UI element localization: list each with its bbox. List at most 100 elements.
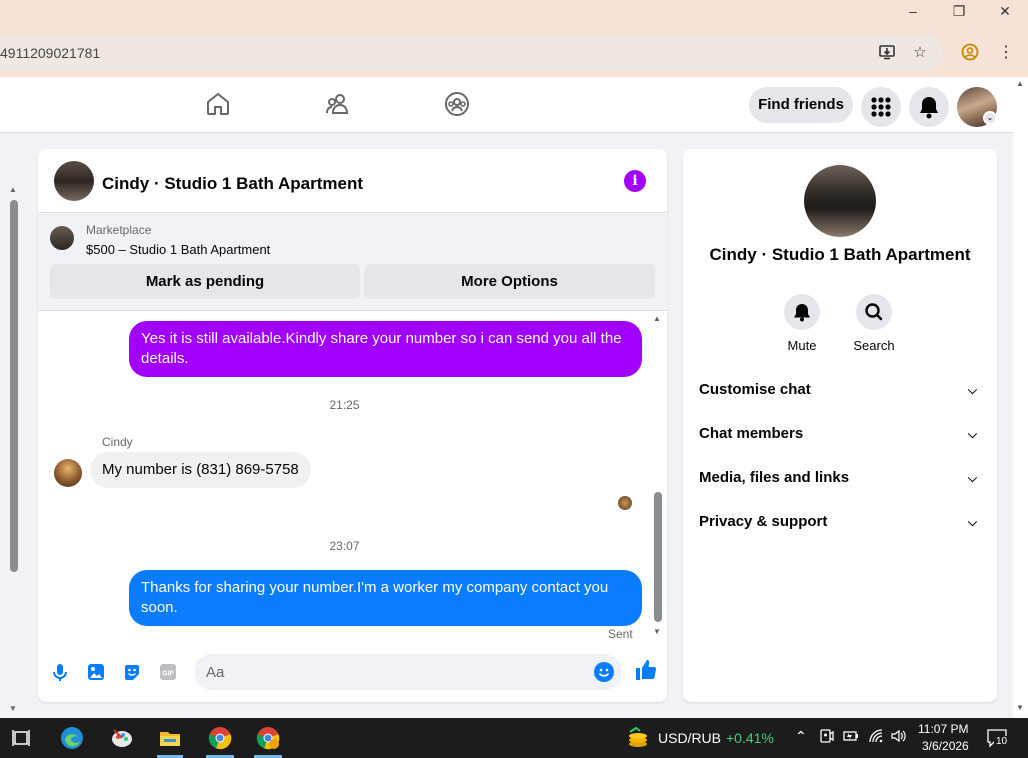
customise-chat-section[interactable]: Customise chat ⌵ — [699, 381, 981, 405]
file-explorer-icon[interactable] — [158, 726, 182, 750]
section-label: Privacy & support — [699, 513, 828, 530]
clock-time[interactable]: 11:07 PM — [918, 722, 968, 736]
chat-title[interactable]: Cindy · Studio 1 Bath Apartment — [102, 174, 363, 194]
mute-button[interactable]: Mute — [772, 294, 832, 353]
install-app-icon[interactable] — [877, 43, 897, 63]
ticker-name[interactable]: USD/RUB — [658, 730, 721, 746]
more-options-button[interactable]: More Options — [364, 264, 655, 299]
meet-now-icon[interactable] — [819, 728, 835, 747]
outgoing-message[interactable]: Yes it is still available.Kindly share y… — [129, 321, 642, 377]
profile-icon[interactable] — [960, 43, 980, 63]
clock-date[interactable]: 3/6/2026 — [922, 739, 969, 753]
gif-icon[interactable]: GIF — [158, 662, 178, 682]
page-scroll-thumb[interactable] — [10, 200, 18, 572]
listing-title[interactable]: $500 – Studio 1 Bath Apartment — [86, 242, 270, 257]
incoming-message[interactable]: My number is (831) 869-5758 — [90, 452, 311, 488]
chat-details-panel: Cindy · Studio 1 Bath Apartment Mute Sea… — [683, 149, 997, 702]
info-icon[interactable]: i — [624, 170, 646, 192]
chat-avatar[interactable] — [54, 161, 94, 201]
notifications-icon — [920, 97, 938, 119]
chat-window: Cindy · Studio 1 Bath Apartment i Market… — [38, 149, 667, 702]
bell-icon — [794, 304, 810, 322]
groups-icon[interactable] — [444, 91, 470, 117]
chat-members-section[interactable]: Chat members ⌵ — [699, 425, 981, 449]
page-scrollbar[interactable]: ▲ ▼ — [0, 133, 22, 718]
windows-taskbar: USD/RUB +0.41% ⌃ 11:07 PM 3/6/2026 10 — [0, 718, 1028, 758]
mark-as-pending-button[interactable]: Mark as pending — [50, 264, 360, 299]
friends-icon[interactable] — [325, 91, 351, 117]
notifications-button[interactable] — [909, 87, 949, 127]
window-titlebar: – ❐ ✕ — [0, 0, 1028, 29]
message-timestamp: 23:07 — [329, 539, 360, 553]
sender-avatar[interactable] — [54, 459, 82, 487]
menu-grid-button[interactable] — [861, 87, 901, 127]
search-icon — [865, 303, 883, 321]
find-friends-button[interactable]: Find friends — [749, 87, 853, 123]
volume-icon[interactable] — [890, 728, 906, 747]
message-composer: GIF — [38, 644, 667, 702]
scroll-down-arrow-icon[interactable]: ▼ — [653, 627, 661, 636]
facebook-top-nav: Find friends ⌄ — [0, 77, 1015, 133]
scroll-up-arrow-icon[interactable]: ▲ — [1016, 79, 1024, 88]
restore-button[interactable]: ❐ — [936, 0, 982, 29]
sticker-icon[interactable] — [122, 662, 142, 682]
message-list: Yes it is still available.Kindly share y… — [38, 312, 667, 642]
close-window-button[interactable]: ✕ — [982, 0, 1028, 29]
paint-app-icon[interactable] — [110, 726, 134, 750]
chevron-down-icon: ⌵ — [967, 383, 977, 397]
outgoing-message[interactable]: Thanks for sharing your number.I'm a wor… — [129, 570, 642, 626]
chrome-profile-icon[interactable] — [256, 726, 280, 750]
thumbs-up-icon[interactable] — [634, 658, 658, 682]
message-input[interactable] — [194, 654, 622, 690]
section-label: Media, files and links — [699, 469, 850, 486]
seen-indicator-avatar — [618, 496, 632, 510]
scroll-up-arrow-icon[interactable]: ▲ — [9, 185, 17, 194]
chat-header: Cindy · Studio 1 Bath Apartment i — [38, 149, 667, 213]
message-timestamp: 21:25 — [329, 398, 360, 412]
section-label: Chat members — [699, 425, 804, 442]
message-scrollbar[interactable]: ▲ ▼ — [651, 312, 667, 642]
privacy-support-section[interactable]: Privacy & support ⌵ — [699, 513, 981, 537]
scroll-up-arrow-icon[interactable]: ▲ — [653, 314, 661, 323]
minimize-button[interactable]: – — [890, 0, 936, 29]
message-scroll-thumb[interactable] — [654, 492, 662, 622]
microphone-icon[interactable] — [50, 662, 70, 682]
ticker-change[interactable]: +0.41% — [726, 730, 774, 746]
search-button[interactable]: Search — [844, 294, 904, 353]
sent-status: Sent — [608, 627, 633, 641]
chevron-down-icon: ⌵ — [967, 471, 977, 485]
home-icon[interactable] — [205, 91, 231, 117]
chrome-icon[interactable] — [208, 726, 232, 750]
section-label: Customise chat — [699, 381, 811, 398]
marketplace-label: Marketplace — [86, 223, 152, 237]
chevron-down-icon: ⌵ — [967, 427, 977, 441]
media-files-links-section[interactable]: Media, files and links ⌵ — [699, 469, 981, 493]
edge-icon[interactable] — [60, 726, 84, 750]
sender-name: Cindy — [102, 435, 133, 449]
scroll-down-arrow-icon[interactable]: ▼ — [1016, 703, 1024, 712]
photo-icon[interactable] — [86, 662, 106, 682]
panel-title[interactable]: Cindy · Studio 1 Bath Apartment — [683, 245, 997, 265]
scroll-down-arrow-icon[interactable]: ▼ — [9, 704, 17, 713]
emoji-icon[interactable] — [594, 662, 614, 682]
chevron-down-icon[interactable]: ⌄ — [983, 111, 997, 125]
search-label: Search — [853, 338, 895, 353]
task-view-icon[interactable] — [10, 726, 34, 750]
show-hidden-icons-icon[interactable]: ⌃ — [795, 728, 807, 745]
menu-grid-icon — [871, 97, 891, 117]
wifi-icon[interactable] — [868, 728, 884, 747]
marketplace-banner: Marketplace $500 – Studio 1 Bath Apartme… — [38, 214, 667, 311]
mute-label: Mute — [787, 338, 817, 353]
bookmark-star-icon[interactable]: ☆ — [910, 43, 930, 63]
notification-count: 10 — [994, 736, 1010, 747]
url-text: 4911209021781 — [0, 45, 101, 61]
chevron-down-icon: ⌵ — [967, 515, 977, 529]
right-page-scrollbar[interactable]: ▲ ▼ — [1013, 77, 1028, 718]
svg-text:GIF: GIF — [162, 671, 174, 678]
browser-menu-icon[interactable]: ⋮ — [996, 43, 1016, 63]
currency-widget-icon[interactable] — [626, 726, 650, 750]
address-bar[interactable]: 4911209021781 ☆ — [0, 35, 943, 71]
battery-icon[interactable] — [842, 728, 860, 747]
chat-profile-avatar[interactable] — [804, 165, 876, 237]
listing-thumbnail[interactable] — [50, 226, 74, 250]
